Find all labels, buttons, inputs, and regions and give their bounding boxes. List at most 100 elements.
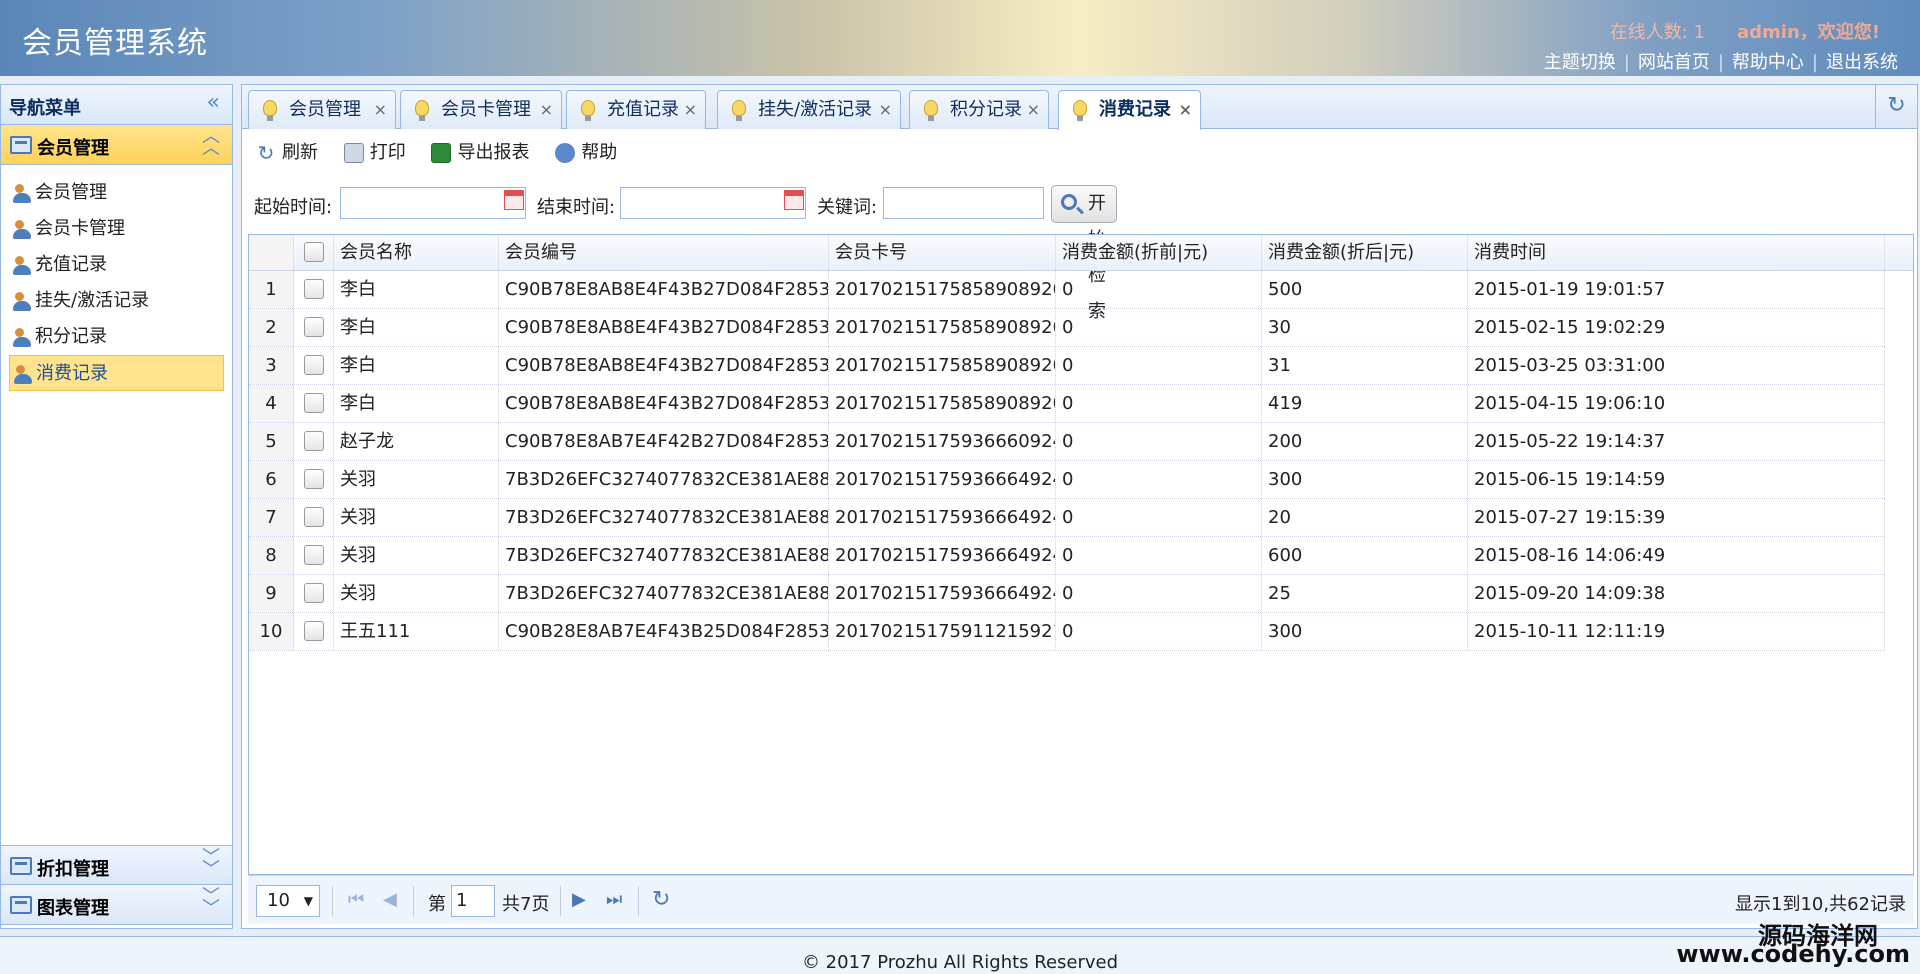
- export-report-button[interactable]: 导出报表: [429, 137, 529, 169]
- section-discount-management[interactable]: 折扣管理 ﹀ ﹀: [1, 845, 232, 885]
- folder-icon: [10, 896, 32, 914]
- sidebar-title: 导航菜单: [9, 98, 81, 119]
- close-icon[interactable]: ×: [1027, 91, 1040, 129]
- close-icon[interactable]: ×: [540, 91, 553, 129]
- help-button[interactable]: 帮助: [553, 137, 617, 169]
- online-count: 在线人数: 1: [1609, 22, 1705, 43]
- col-amount-after[interactable]: 消费金额(折后|元): [1262, 235, 1468, 270]
- table-row[interactable]: 1 李白C90B78E8AB8E4F43B27D084F285364B120170…: [249, 271, 1885, 309]
- page-number-input[interactable]: 1: [451, 885, 495, 917]
- theme-switch-link[interactable]: 主题切换: [1544, 52, 1616, 73]
- double-chevron-down-icon[interactable]: ﹀ ﹀: [202, 888, 220, 918]
- tab-points[interactable]: 积分记录 ×: [909, 90, 1049, 129]
- row-checkbox[interactable]: [303, 506, 324, 527]
- cell-amount-after: 300: [1262, 613, 1468, 650]
- reload-icon[interactable]: ↻: [652, 889, 670, 911]
- close-icon[interactable]: ×: [374, 91, 387, 129]
- row-checkbox[interactable]: [303, 582, 324, 603]
- row-checkbox[interactable]: [303, 468, 324, 489]
- double-chevron-up-icon[interactable]: ︿ ︿: [202, 128, 220, 158]
- app-title: 会员管理系统: [22, 26, 208, 61]
- cell-consume-time: 2015-09-20 14:09:38: [1468, 575, 1885, 612]
- section-chart-management[interactable]: 图表管理 ﹀ ﹀: [1, 885, 232, 925]
- double-chevron-left-icon[interactable]: «: [207, 92, 220, 114]
- select-all-cell: [294, 235, 334, 270]
- first-page-icon[interactable]: ⏮: [348, 889, 364, 911]
- sidebar-item-consumption[interactable]: 消费记录: [9, 355, 224, 391]
- prev-page-icon[interactable]: ◀: [383, 889, 397, 911]
- cell-amount-after: 30: [1262, 309, 1468, 346]
- col-member-name[interactable]: 会员名称: [334, 235, 499, 270]
- col-consume-time[interactable]: 消费时间: [1468, 235, 1885, 270]
- tab-loss-activate[interactable]: 挂失/激活记录 ×: [717, 90, 901, 129]
- next-page-icon[interactable]: ▶: [572, 889, 586, 911]
- cell-card-no: 2017021517593666492452: [829, 575, 1056, 612]
- close-icon[interactable]: ×: [1179, 91, 1192, 129]
- row-checkbox[interactable]: [303, 316, 324, 337]
- table-row[interactable]: 8 关羽7B3D26EFC3274077832CE381AE88976F20170…: [249, 537, 1885, 575]
- end-time-input[interactable]: [620, 187, 806, 219]
- row-checkbox[interactable]: [303, 392, 324, 413]
- separator: [332, 886, 333, 916]
- row-checkbox[interactable]: [303, 278, 324, 299]
- keyword-input[interactable]: [883, 187, 1044, 219]
- page-size-select[interactable]: 10 ▼: [256, 885, 320, 917]
- tab-refresh-icon[interactable]: ↻: [1875, 85, 1917, 128]
- close-icon[interactable]: ×: [879, 91, 892, 129]
- button-label: 刷新: [282, 142, 318, 163]
- double-chevron-down-icon[interactable]: ﹀ ﹀: [202, 849, 220, 879]
- cell-consume-time: 2015-04-15 19:06:10: [1468, 385, 1885, 422]
- cell-card-no: 2017021517585890892074: [829, 309, 1056, 346]
- cell-consume-time: 2015-05-22 19:14:37: [1468, 423, 1885, 460]
- section-member-management[interactable]: 会员管理 ︿ ︿: [1, 125, 232, 165]
- sidebar-item-recharge[interactable]: 充值记录: [9, 247, 224, 283]
- button-label: 打印: [369, 142, 406, 163]
- site-home-link[interactable]: 网站首页: [1638, 52, 1710, 73]
- table-row[interactable]: 5 赵子龙C90B78E8AB7E4F42B27D084F285364B12017…: [249, 423, 1885, 461]
- row-checkbox[interactable]: [303, 354, 324, 375]
- row-checkbox[interactable]: [303, 544, 324, 565]
- table-row[interactable]: 2 李白C90B78E8AB8E4F43B27D084F285364B120170…: [249, 309, 1885, 347]
- table-row[interactable]: 4 李白C90B78E8AB8E4F43B27D084F285364B120170…: [249, 385, 1885, 423]
- sidebar-item-member-card[interactable]: 会员卡管理: [9, 211, 224, 247]
- cell-amount-after: 600: [1262, 537, 1468, 574]
- sidebar-item-loss-activate[interactable]: 挂失/激活记录: [9, 283, 224, 319]
- row-checkbox[interactable]: [303, 430, 324, 451]
- cell-consume-time: 2015-10-11 12:11:19: [1468, 613, 1885, 650]
- row-checkbox[interactable]: [303, 620, 324, 641]
- col-member-id[interactable]: 会员编号: [499, 235, 829, 270]
- calendar-icon[interactable]: [784, 190, 804, 210]
- table-row[interactable]: 7 关羽7B3D26EFC3274077832CE381AE88976F20170…: [249, 499, 1885, 537]
- search-icon: [1061, 194, 1077, 210]
- sidebar-item-member[interactable]: 会员管理: [9, 175, 224, 211]
- calendar-icon[interactable]: [504, 190, 524, 210]
- page-prefix: 第: [428, 894, 446, 915]
- table-row[interactable]: 9 关羽7B3D26EFC3274077832CE381AE88976F20170…: [249, 575, 1885, 613]
- select-all-checkbox[interactable]: [303, 241, 324, 262]
- lightbulb-icon: [924, 100, 938, 121]
- col-amount-before[interactable]: 消费金额(折前|元): [1056, 235, 1262, 270]
- table-row[interactable]: 3 李白C90B78E8AB8E4F43B27D084F285364B120170…: [249, 347, 1885, 385]
- cell-card-no: 2017021517593666492452: [829, 499, 1056, 536]
- cell-amount-before: 0: [1056, 575, 1262, 612]
- tab-recharge[interactable]: 充值记录 ×: [566, 90, 706, 129]
- close-icon[interactable]: ×: [684, 91, 697, 129]
- sidebar-item-points[interactable]: 积分记录: [9, 319, 224, 355]
- start-time-input[interactable]: [340, 187, 526, 219]
- table-row[interactable]: 10王五111C90B28E8AB7E4F43B25D084F285364B12…: [249, 613, 1885, 651]
- tab-member-card[interactable]: 会员卡管理 ×: [400, 90, 562, 129]
- row-number: 9: [249, 575, 294, 612]
- logout-link[interactable]: 退出系统: [1826, 52, 1898, 73]
- tab-member[interactable]: 会员管理 ×: [248, 90, 396, 129]
- tab-bar: 会员管理 × 会员卡管理 × 充值记录 × 挂失/激活记录 × 积分记录 × 消费记录 × …: [242, 85, 1917, 130]
- last-page-icon[interactable]: ⏭: [606, 889, 622, 911]
- tab-consumption[interactable]: 消费记录 ×: [1058, 90, 1201, 130]
- start-search-button[interactable]: 开始检索: [1051, 185, 1117, 322]
- cell-amount-after: 500: [1262, 271, 1468, 308]
- col-card-no[interactable]: 会员卡号: [829, 235, 1056, 270]
- cell-amount-before: 0: [1056, 537, 1262, 574]
- refresh-button[interactable]: ↻ 刷新: [254, 137, 318, 169]
- table-row[interactable]: 6 关羽7B3D26EFC3274077832CE381AE88976F20170…: [249, 461, 1885, 499]
- help-center-link[interactable]: 帮助中心: [1732, 52, 1804, 73]
- print-button[interactable]: 打印: [342, 137, 406, 169]
